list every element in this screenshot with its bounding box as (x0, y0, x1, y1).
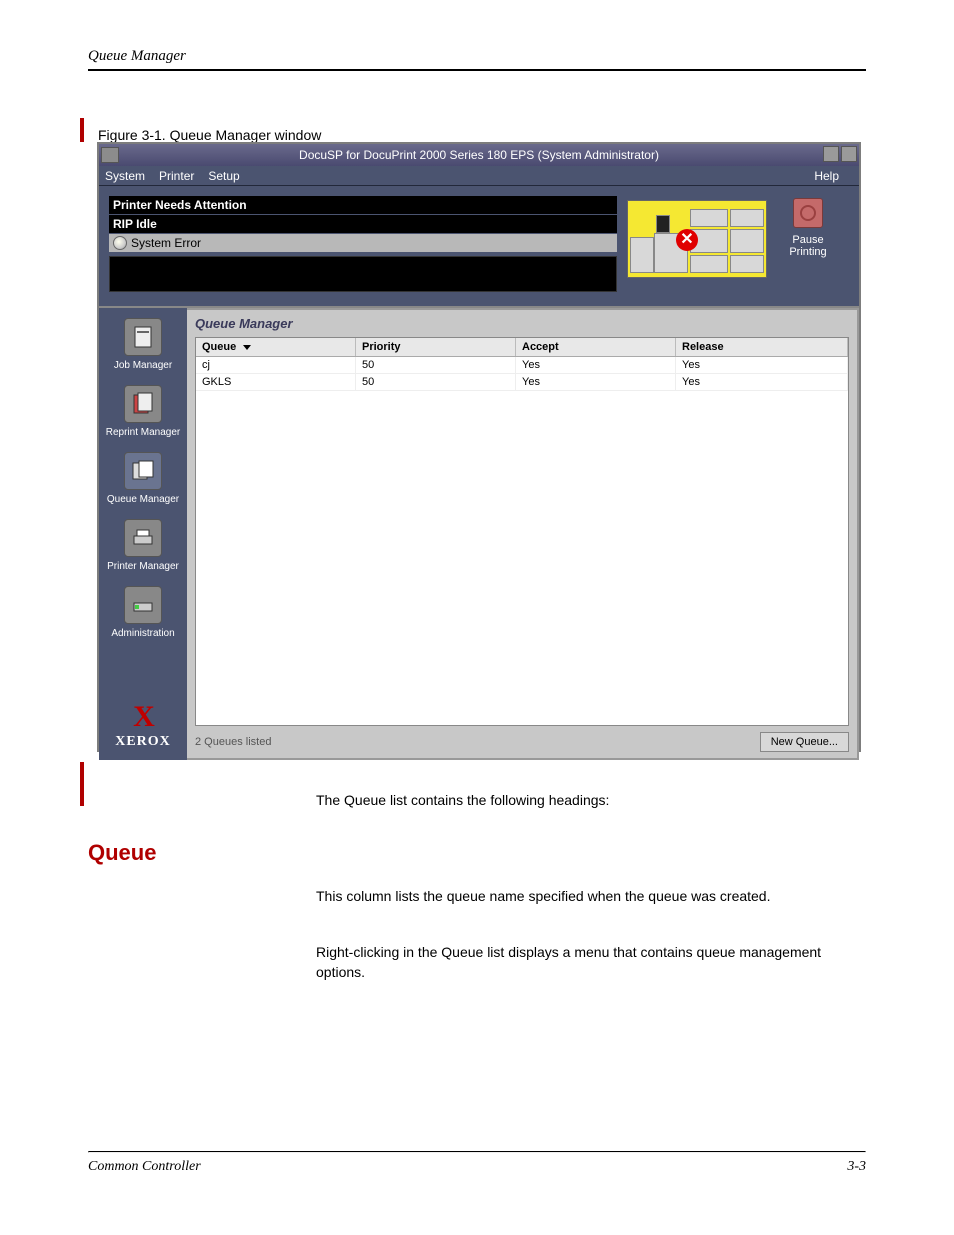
body-paragraph: Right-clicking in the Queue list display… (316, 942, 836, 983)
menu-help[interactable]: Help (814, 169, 839, 183)
window-title: DocuSP for DocuPrint 2000 Series 180 EPS… (99, 148, 859, 162)
sidebar-item-job-manager[interactable]: Job Manager (103, 318, 183, 371)
cell-release: Yes (676, 357, 848, 373)
footer-title: Common Controller (88, 1159, 847, 1175)
col-header-queue-label: Queue (202, 341, 236, 353)
cell-accept: Yes (516, 357, 676, 373)
cell-queue: cj (196, 357, 356, 373)
disc-icon (113, 236, 127, 250)
menu-system[interactable]: System (105, 169, 145, 183)
footer-page-number: 3-3 (847, 1159, 866, 1175)
printer-error-icon: ✕ (676, 229, 698, 251)
sidebar-label-job: Job Manager (114, 360, 172, 371)
app-window: DocuSP for DocuPrint 2000 Series 180 EPS… (97, 142, 861, 752)
header-rule (88, 69, 866, 71)
cell-priority: 50 (356, 357, 516, 373)
table-row[interactable]: cj 50 Yes Yes (196, 357, 848, 374)
status-system-error: System Error (109, 234, 617, 252)
menubar: System Printer Setup Help (99, 166, 859, 186)
menu-printer[interactable]: Printer (159, 169, 194, 183)
titlebar[interactable]: DocuSP for DocuPrint 2000 Series 180 EPS… (99, 144, 859, 166)
figure-caption: Figure 3-1. Queue Manager window (98, 127, 321, 143)
maximize-icon[interactable] (841, 146, 857, 162)
sidebar-label-printer: Printer Manager (107, 561, 179, 572)
body-paragraph: The Queue list contains the following he… (316, 790, 836, 810)
page-footer: Common Controller 3-3 (88, 1151, 866, 1175)
sidebar-item-printer-manager[interactable]: Printer Manager (103, 519, 183, 572)
section-heading-queue: Queue (88, 840, 156, 866)
printer-manager-icon (124, 519, 162, 557)
change-bar (80, 762, 84, 806)
table-row[interactable]: GKLS 50 Yes Yes (196, 374, 848, 391)
xerox-x-icon: X (115, 700, 171, 734)
cell-queue: GKLS (196, 374, 356, 390)
col-header-accept[interactable]: Accept (516, 338, 676, 356)
menu-setup[interactable]: Setup (208, 169, 239, 183)
status-area: Printer Needs Attention RIP Idle System … (99, 186, 859, 308)
sort-arrow-icon (243, 345, 251, 350)
change-bar (80, 118, 84, 142)
sidebar-label-admin: Administration (111, 628, 174, 639)
sidebar-label-queue: Queue Manager (107, 494, 179, 505)
sidebar: Job Manager Reprint Manager Queue Manage… (99, 308, 187, 760)
cell-release: Yes (676, 374, 848, 390)
job-manager-icon (124, 318, 162, 356)
chapter-title: Queue Manager (88, 48, 866, 65)
status-rip: RIP Idle (109, 215, 617, 233)
new-queue-button[interactable]: New Queue... (760, 732, 849, 752)
queue-manager-icon (124, 452, 162, 490)
pause-printing-button[interactable] (793, 198, 823, 228)
table-header-row: Queue Priority Accept Release (196, 338, 848, 357)
administration-icon (124, 586, 162, 624)
minimize-icon[interactable] (823, 146, 839, 162)
pane-title: Queue Manager (187, 310, 857, 337)
xerox-logo: X XEROX (115, 700, 171, 750)
xerox-text: XEROX (115, 734, 171, 750)
body-paragraph: This column lists the queue name specifi… (316, 886, 836, 906)
queue-table[interactable]: Queue Priority Accept Release cj 50 Yes … (195, 337, 849, 726)
col-header-queue[interactable]: Queue (196, 338, 356, 356)
printer-mimic[interactable]: ✕ (627, 200, 767, 278)
cell-priority: 50 (356, 374, 516, 390)
cell-accept: Yes (516, 374, 676, 390)
sidebar-label-reprint: Reprint Manager (106, 427, 180, 438)
reprint-manager-icon (124, 385, 162, 423)
status-system-error-label: System Error (131, 236, 201, 250)
status-printer: Printer Needs Attention (109, 196, 617, 214)
content-pane: Queue Manager Queue Priority Accept Rele… (187, 308, 859, 760)
status-message-area (109, 256, 617, 292)
sidebar-item-administration[interactable]: Administration (103, 586, 183, 639)
col-header-release[interactable]: Release (676, 338, 848, 356)
pause-label-1: Pause (773, 234, 843, 246)
sidebar-item-reprint-manager[interactable]: Reprint Manager (103, 385, 183, 438)
queue-count: 2 Queues listed (195, 736, 760, 748)
sidebar-item-queue-manager[interactable]: Queue Manager (103, 452, 183, 505)
col-header-priority[interactable]: Priority (356, 338, 516, 356)
pause-label-2: Printing (773, 246, 843, 258)
